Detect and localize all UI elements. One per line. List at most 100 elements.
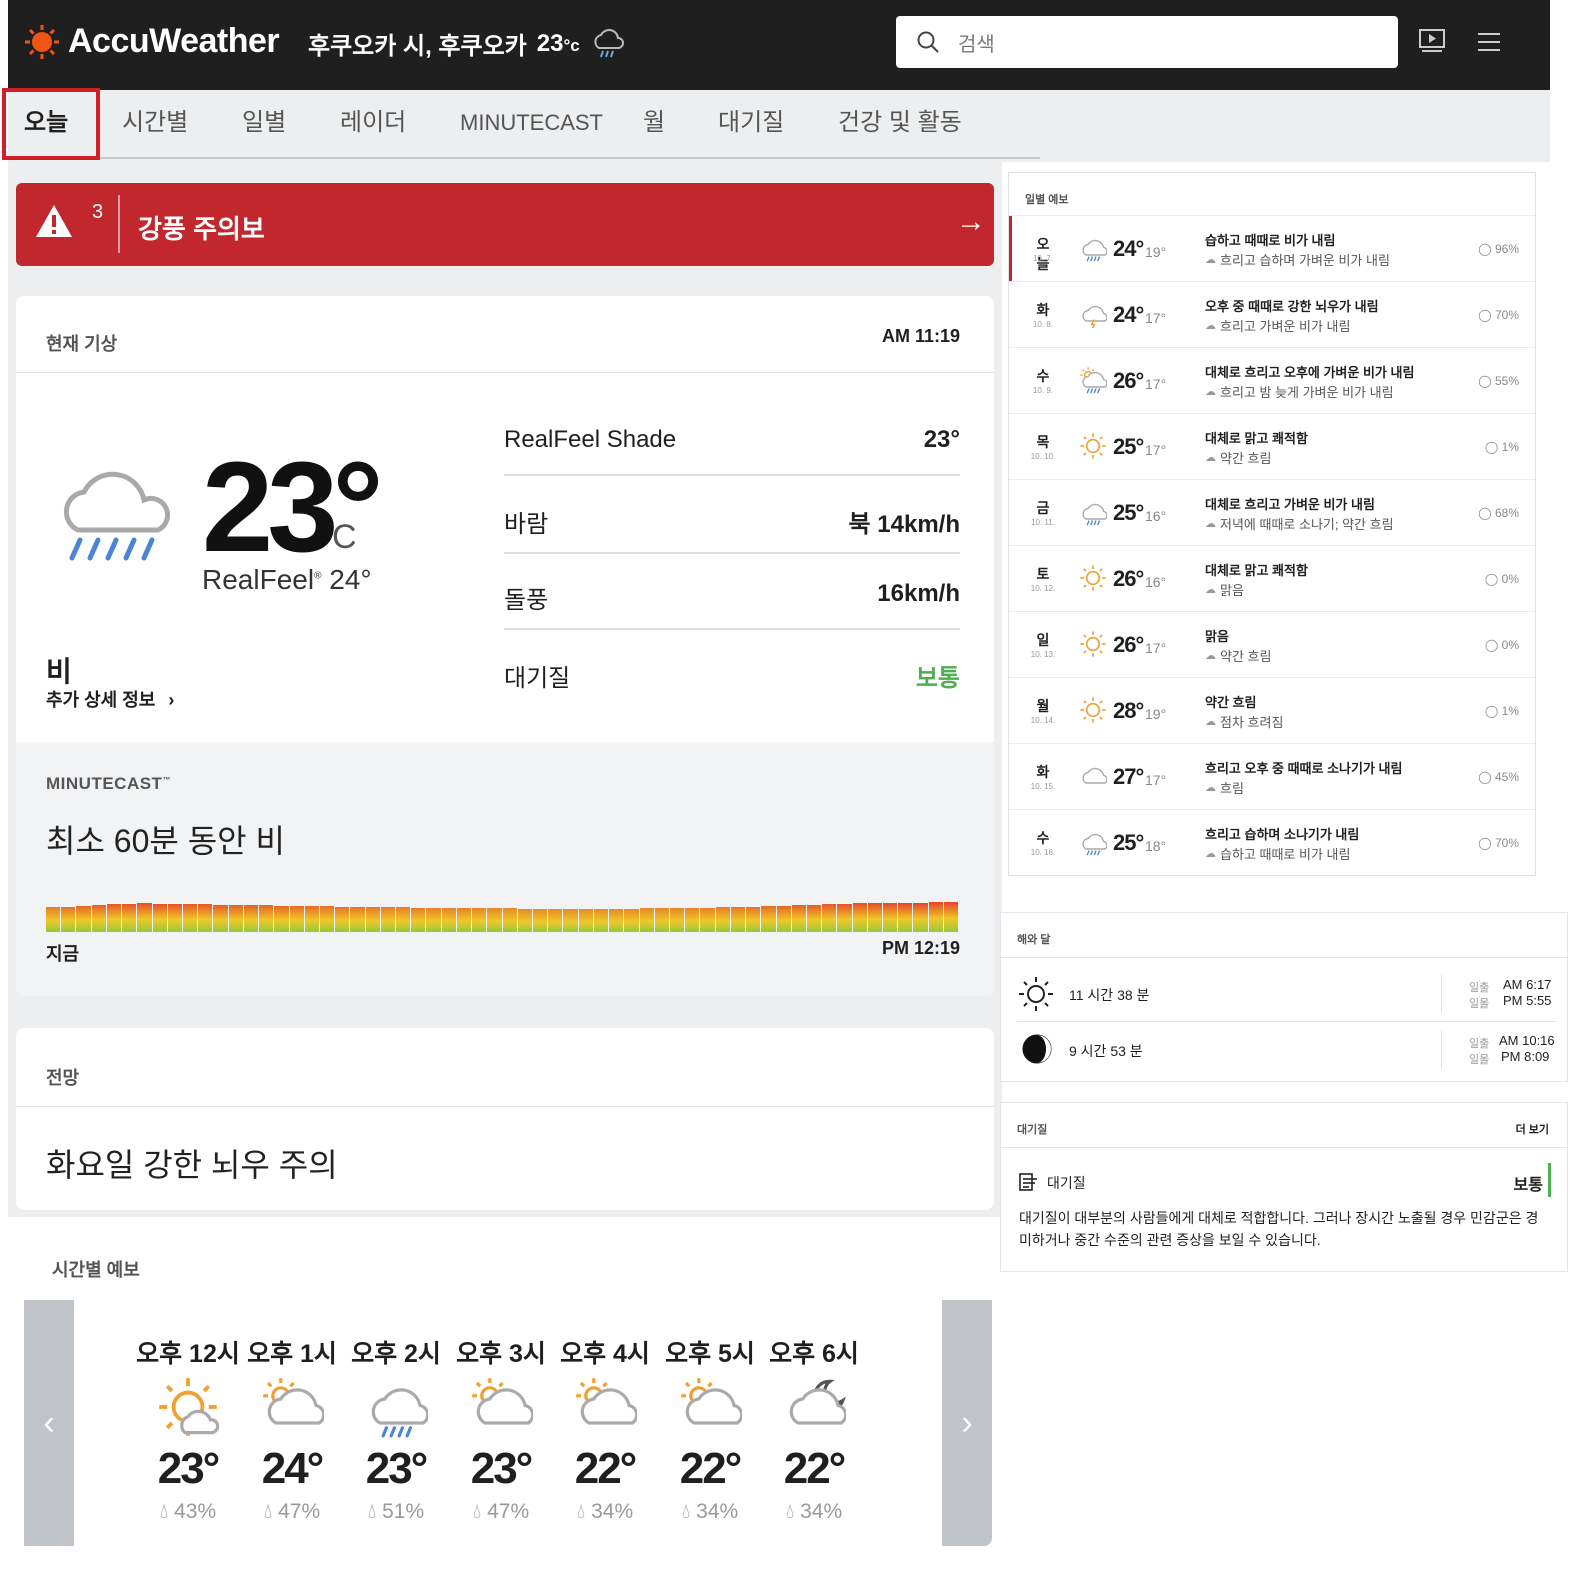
chevron-right-icon: ›	[961, 1403, 973, 1442]
accuweather-logo[interactable]: AccuWeather	[24, 22, 280, 61]
day-icon-wrap	[1079, 696, 1107, 729]
tab-daily[interactable]: 일별	[242, 106, 340, 146]
more-details-link[interactable]: 추가 상세 정보 ›	[46, 686, 174, 712]
tab-minutecast[interactable]: MINUTECAST	[460, 106, 643, 146]
minutecast-bar	[654, 908, 669, 932]
day-name: 일	[1036, 632, 1050, 648]
sun-icon	[1080, 697, 1106, 723]
hourly-precip: 💧︎ 34%	[681, 1500, 739, 1523]
outlook-title: 전망	[46, 1068, 80, 1088]
hourly-icon-wrap	[449, 1370, 553, 1444]
hourly-item[interactable]: 오후 5시 22° 💧︎ 34%	[658, 1334, 762, 1524]
night-phrase: ☁ 저녁에 때때로 소나기; 약간 흐림	[1205, 517, 1394, 532]
day-high: 26°	[1113, 368, 1144, 393]
hourly-item[interactable]: 오후 3시 23° 💧︎ 47%	[449, 1334, 553, 1524]
hourly-prev-button[interactable]: ‹	[24, 1300, 74, 1546]
daily-row[interactable]: 목 10. 10. 25° 17° 대체로 맑고 쾌적함 ☁ 약간 흐림 ◯ 1%	[1009, 413, 1535, 479]
day-date: 10. 13.	[1030, 650, 1056, 659]
day-icon-wrap	[1079, 828, 1108, 861]
sun-icon	[1019, 977, 1053, 1011]
day-high: 24°	[1113, 302, 1144, 327]
day-icon-wrap	[1079, 564, 1107, 597]
raindrop-icon: ◯	[1478, 374, 1492, 388]
location-name: 후쿠오카 시, 후쿠오카	[308, 33, 527, 60]
rain-icon	[594, 28, 624, 57]
minutecast-bar	[441, 908, 456, 932]
daily-row[interactable]: 화 10. 15. 27° 17° 흐리고 오후 중 때때로 소나기가 내림 ☁ 흐림 ◯ 4…	[1009, 743, 1535, 809]
daily-row[interactable]: 일 10. 13. 26° 17° 맑음 ☁ 약간 흐림 ◯ 0%	[1009, 611, 1535, 677]
daily-row[interactable]: 오늘 10. 7. 24° 19° 습하고 때때로 비가 내림 ☁ 흐리고 습하며 가벼운 …	[1009, 215, 1535, 282]
hourly-item[interactable]: 오후 1시 24° 💧︎ 47%	[240, 1334, 344, 1524]
brand-name: AccuWeather	[68, 22, 280, 60]
minutecast-bar	[122, 904, 137, 932]
sun-row: 11 시간 38 분 일출 AM 6:17 일몰 PM 5:55	[1017, 967, 1557, 1021]
day-phrase: 대체로 맑고 쾌적함	[1205, 563, 1308, 578]
tab-radar[interactable]: 레이더	[340, 106, 460, 146]
air-quality-more-link[interactable]: 더 보기	[1516, 1121, 1549, 1137]
minutecast-bar	[76, 906, 91, 932]
hourly-item[interactable]: 오후 12시 23° 💧︎ 43%	[136, 1334, 240, 1524]
daily-row[interactable]: 월 10. 14. 28° 19° 약간 흐림 ☁ 점차 흐려짐 ◯ 1%	[1009, 677, 1535, 743]
minutecast-bar	[91, 905, 106, 932]
daily-row[interactable]: 수 10. 16. 25° 18° 흐리고 습하며 소나기가 내림 ☁ 습하고 때때로 비가…	[1009, 809, 1535, 875]
minutecast-bar	[822, 904, 837, 932]
daily-row[interactable]: 수 10. 9. 26° 17° 대체로 흐리고 오후에 가벼운 비가 내림 ☁ 흐리고 밤…	[1009, 347, 1535, 413]
active-tab-highlight	[2, 88, 100, 160]
day-low: 17°	[1145, 310, 1167, 326]
sun-icon	[1080, 631, 1106, 657]
day-low: 18°	[1145, 838, 1167, 854]
video-icon[interactable]	[1418, 28, 1446, 54]
hourly-next-button[interactable]: ›	[942, 1300, 992, 1546]
day-precip: ◯ 0%	[1484, 572, 1519, 586]
tab-health-activities[interactable]: 건강 및 활동	[838, 106, 988, 146]
day-icon-wrap	[1079, 630, 1107, 663]
daily-row[interactable]: 금 10. 11. 25° 16° 대체로 흐리고 가벼운 비가 내림 ☁ 저녁에 때때로 …	[1009, 479, 1535, 545]
sun-moon-card: 해와 달 11 시간 38 분 일출 AM 6:17 일몰 PM 5:55 9 …	[1000, 912, 1568, 1082]
daily-row[interactable]: 화 10. 8. 24° 17° 오후 중 때때로 강한 뇌우가 내림 ☁ 흐리고 가벼운 …	[1009, 281, 1535, 347]
minutecast-bar	[487, 908, 502, 932]
hourly-item[interactable]: 오후 6시 22° 💧︎ 34%	[762, 1334, 866, 1524]
minutecast-bar	[365, 907, 380, 932]
minutecast-bar	[685, 908, 700, 932]
day-high: 25°	[1113, 830, 1144, 855]
hourly-temp: 23°	[157, 1444, 221, 1493]
tab-air-quality[interactable]: 대기질	[718, 106, 838, 146]
hourly-item[interactable]: 오후 4시 22° 💧︎ 34%	[553, 1334, 657, 1524]
current-location[interactable]: 후쿠오카 시, 후쿠오카 23°c	[308, 26, 626, 61]
hourly-item[interactable]: 오후 2시 23° 💧︎ 51%	[344, 1334, 448, 1524]
raindrop-icon: ◯	[1484, 572, 1499, 586]
day-name: 목	[1036, 434, 1050, 450]
day-name: 수	[1036, 830, 1050, 846]
arrow-right-icon: →	[956, 205, 986, 238]
weather-alert-banner[interactable]: 3 강풍 주의보 →	[16, 183, 994, 266]
minutecast-bar	[259, 905, 274, 932]
raindrop-icon: ◯	[1478, 770, 1492, 784]
air-quality-description: 대기질이 대부분의 사람들에게 대체로 적합합니다. 그러나 장시간 노출될 경…	[1019, 1210, 1539, 1248]
tab-month[interactable]: 월	[643, 106, 718, 146]
moonset-label: 일몰	[1469, 1054, 1490, 1066]
search-input[interactable]: 검색	[896, 16, 1398, 68]
day-date: 10. 16.	[1030, 848, 1056, 857]
rain-icon	[1082, 239, 1108, 262]
day-icon-wrap	[1079, 432, 1107, 465]
alert-count: 3	[92, 201, 104, 223]
minutecast-bar	[350, 907, 365, 932]
minutecast-bar	[502, 908, 517, 932]
tab-hourly[interactable]: 시간별	[122, 106, 242, 146]
minutecast-bar	[563, 909, 578, 932]
minutecast-bar	[837, 904, 852, 932]
daily-row[interactable]: 토 10. 12. 26° 16° 대체로 맑고 쾌적함 ☁ 맑음 ◯ 0%	[1009, 545, 1535, 611]
day-date: 10. 14.	[1030, 716, 1056, 725]
minutecast-bar	[943, 902, 959, 932]
hourly-temp: 23°	[365, 1444, 429, 1493]
daily-forecast-title: 일별 예보	[1025, 194, 1069, 206]
menu-icon[interactable]	[1478, 32, 1500, 52]
minutecast-bar	[304, 906, 319, 932]
day-name: 금	[1036, 500, 1050, 516]
header-temp: 23°c	[536, 29, 580, 57]
minutecast-bar	[46, 907, 61, 932]
day-precip: ◯ 70%	[1478, 836, 1519, 850]
day-high: 26°	[1113, 566, 1144, 591]
search-placeholder: 검색	[958, 33, 995, 56]
minutecast-bar	[319, 906, 335, 932]
